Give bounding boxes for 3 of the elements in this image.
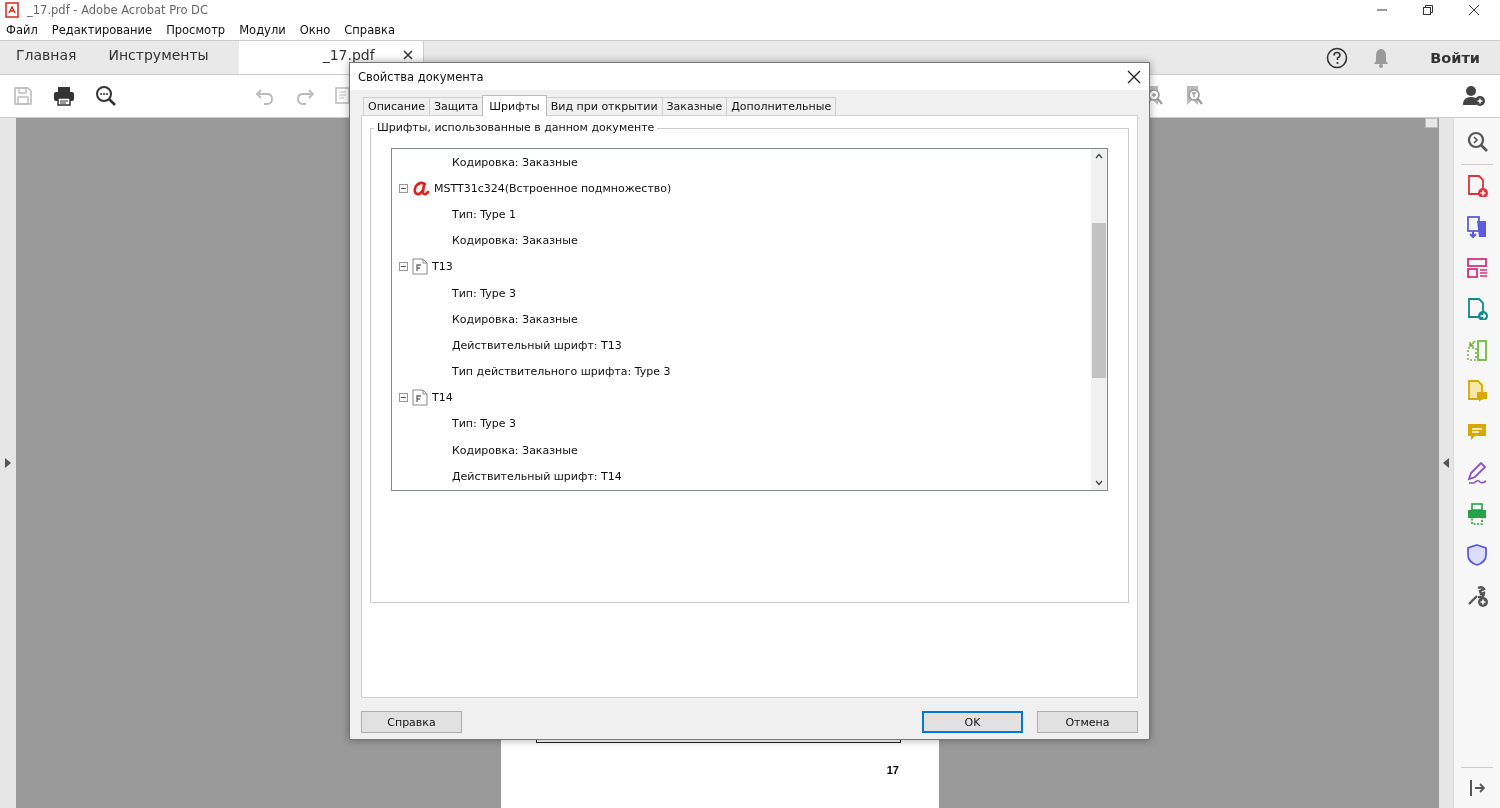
page-number: 17 xyxy=(886,764,899,776)
window-title: _17.pdf - Adobe Acrobat Pro DC xyxy=(27,3,208,17)
group-title: Шрифты, использованные в данном документе xyxy=(374,121,658,134)
